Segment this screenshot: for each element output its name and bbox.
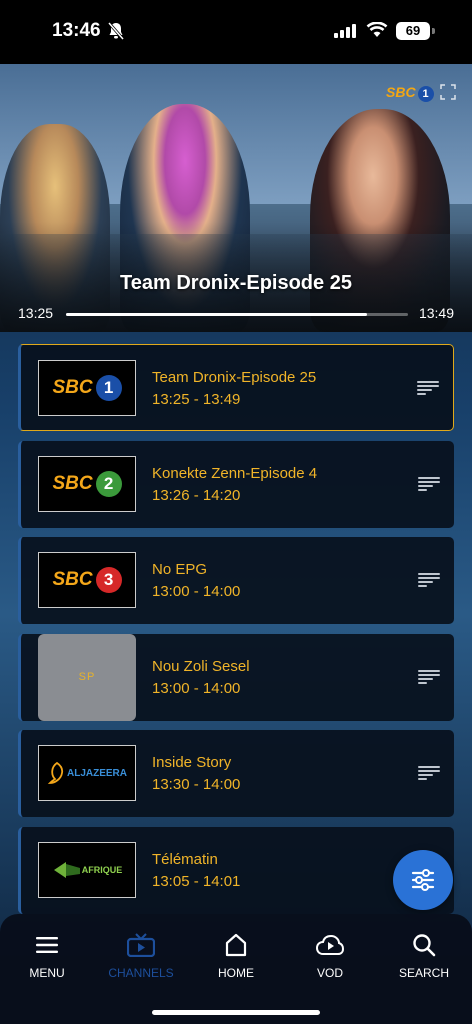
- channel-item-sbc3[interactable]: SBC 3 No EPG 13:00 - 14:00: [18, 537, 454, 624]
- bell-off-icon: [108, 22, 124, 40]
- sliders-icon: [411, 869, 435, 891]
- epg-list-icon[interactable]: [418, 476, 440, 491]
- channel-item-sbc2[interactable]: SBC 2 Konekte Zenn-Episode 4 13:26 - 14:…: [18, 440, 454, 528]
- logo-number: 1: [95, 375, 122, 401]
- fullscreen-icon[interactable]: [440, 84, 456, 100]
- channel-logo: ALJAZEERA: [38, 745, 136, 801]
- afrique-emblem-icon: [53, 861, 80, 878]
- nav-search[interactable]: SEARCH: [377, 932, 471, 980]
- epg-list-icon[interactable]: [418, 669, 440, 684]
- progress-bar[interactable]: [66, 313, 408, 316]
- channel-logo: SBC 1: [38, 360, 136, 416]
- hamburger-icon: [36, 937, 58, 953]
- nav-channels[interactable]: CHANNELS: [94, 932, 188, 980]
- logo-text: ALJAZEERA: [66, 767, 127, 779]
- channel-item-afrique[interactable]: AFRIQUE Télématin 13:05 - 14:01: [18, 826, 454, 914]
- logo-text: SP: [78, 671, 96, 683]
- filter-button[interactable]: [393, 850, 453, 910]
- program-time: 13:00 - 14:00: [152, 583, 241, 600]
- watermark-number: 1: [417, 86, 434, 102]
- program-time: 13:00 - 14:00: [152, 679, 241, 697]
- program-time: 13:26 - 14:20: [152, 486, 241, 504]
- nav-home[interactable]: HOME: [189, 932, 283, 980]
- nav-menu[interactable]: MENU: [0, 932, 94, 980]
- bottom-nav: MENU CHANNELS HOME VOD SEARCH: [0, 914, 472, 1024]
- channel-logo: SBC 3: [38, 552, 136, 608]
- logo-number: 2: [95, 470, 122, 497]
- logo-brand: SBC: [52, 569, 93, 590]
- play-cloud-icon: [316, 934, 344, 955]
- channel-item-sp[interactable]: SP Nou Zoli Sesel 13:00 - 14:00: [18, 633, 454, 721]
- epg-list-icon[interactable]: [418, 573, 440, 587]
- program-title: No EPG: [152, 561, 208, 578]
- program-time: 13:25 - 13:49: [152, 391, 241, 408]
- battery-icon: 69: [396, 22, 430, 40]
- logo-brand: SBC: [52, 472, 93, 494]
- channel-logo-placeholder: SP: [38, 633, 136, 721]
- status-bar: 13:46 69: [0, 0, 472, 64]
- player-title: Team Dronix-Episode 25: [120, 272, 352, 294]
- nav-label: CHANNELS: [108, 966, 174, 980]
- nav-vod[interactable]: VOD: [283, 932, 377, 980]
- program-title: Konekte Zenn-Episode 4: [152, 464, 318, 482]
- channel-logo: AFRIQUE: [38, 841, 136, 898]
- home-indicator: [152, 1010, 320, 1015]
- signal-icon: [334, 24, 356, 38]
- tv-icon: [127, 933, 155, 957]
- search-icon: [413, 934, 436, 957]
- wifi-icon: [366, 22, 388, 37]
- player-end-time: 13:49: [418, 305, 454, 321]
- program-time: 13:30 - 14:00: [152, 776, 241, 793]
- player-start-time: 13:25: [18, 305, 54, 321]
- logo-brand: SBC: [52, 377, 93, 398]
- program-time: 13:05 - 14:01: [152, 872, 241, 890]
- battery-tip: [432, 28, 435, 34]
- channel-watermark: SBC 1: [386, 84, 434, 102]
- program-title: Inside Story: [152, 754, 232, 771]
- nav-label: MENU: [29, 966, 65, 980]
- aljazeera-emblem-icon: [47, 761, 64, 784]
- video-player[interactable]: SBC 1 Team Dronix-Episode 25 13:25 13:49: [0, 64, 472, 332]
- channel-item-sbc1[interactable]: SBC 1 Team Dronix-Episode 25 13:25 - 13:…: [18, 344, 454, 431]
- logo-text: AFRIQUE: [81, 864, 123, 875]
- home-icon: [225, 933, 247, 957]
- status-time: 13:46: [52, 20, 101, 41]
- logo-number: 3: [95, 567, 122, 593]
- program-title: Télématin: [152, 850, 218, 868]
- watermark-brand: SBC: [386, 84, 416, 100]
- epg-list-icon[interactable]: [417, 381, 439, 395]
- epg-list-icon[interactable]: [418, 766, 440, 780]
- nav-label: HOME: [218, 966, 254, 980]
- progress-fill: [66, 313, 367, 316]
- channel-logo: SBC 2: [38, 455, 136, 512]
- nav-label: SEARCH: [398, 966, 449, 980]
- channel-item-aljazeera[interactable]: ALJAZEERA Inside Story 13:30 - 14:00: [18, 730, 454, 817]
- nav-label: VOD: [316, 966, 343, 980]
- channel-list: SBC 1 Team Dronix-Episode 25 13:25 - 13:…: [18, 344, 454, 923]
- program-title: Nou Zoli Sesel: [152, 657, 250, 675]
- program-title: Team Dronix-Episode 25: [152, 369, 317, 386]
